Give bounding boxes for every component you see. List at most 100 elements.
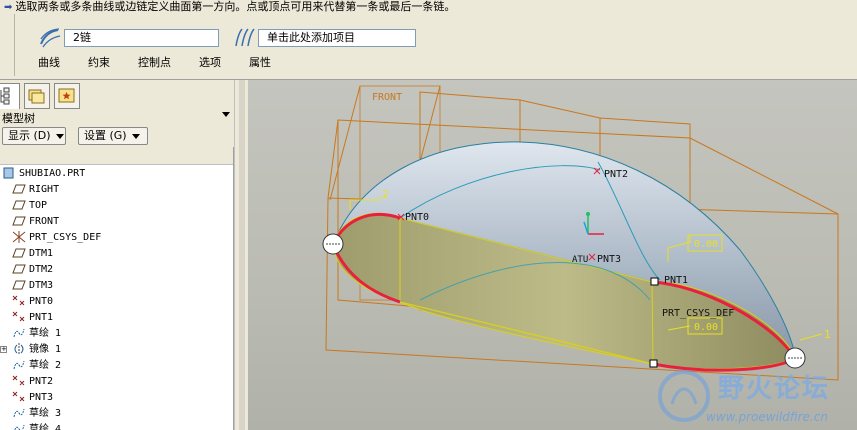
model-tree-item[interactable]: PNT0 <box>12 294 53 310</box>
message-text: 选取两条或多条曲线或边链定义曲面第一方向。点或顶点可用来代替第一条或最后一条链。 <box>15 0 456 13</box>
dimension-value[interactable]: 0.00 <box>694 322 718 333</box>
model-tree-item-label: PNT2 <box>29 376 54 387</box>
model-tree-item-label: DTM2 <box>29 264 54 275</box>
model-tree-item[interactable]: RIGHT <box>12 182 59 198</box>
model-tree-item[interactable]: 草绘 1 <box>12 326 61 342</box>
datum-point-label: PNT2 <box>604 169 628 180</box>
tab-curves[interactable]: 曲线 <box>38 54 60 72</box>
chevron-down-icon[interactable] <box>222 112 230 117</box>
mirror-icon <box>14 343 24 355</box>
boundary-first-direction-icon <box>40 28 61 48</box>
message-line: ➡ 选取两条或多条曲线或边链定义曲面第一方向。点或顶点可用来代替第一条或最后一条链… <box>4 0 455 16</box>
first-direction-collector[interactable]: 2链 <box>64 29 219 47</box>
model-tree-item[interactable]: DTM3 <box>12 278 53 294</box>
dimension-value[interactable]: 0.00 <box>694 239 718 250</box>
model-tree-item[interactable]: 草绘 3 <box>12 406 61 422</box>
model-tree-item-label: RIGHT <box>29 184 60 195</box>
model-tree-title: 模型树 <box>2 112 35 125</box>
model-tree-header: 模型树 显示 (D) 设置 (G) <box>0 109 236 147</box>
boundary-second-direction-icon <box>235 28 255 47</box>
settings-button-label: 设置 (G) <box>84 129 127 142</box>
sketch-icon <box>13 328 25 338</box>
tab-model-tree[interactable] <box>0 83 20 109</box>
model-tree-icon <box>0 87 10 105</box>
show-button-label: 显示 (D) <box>8 129 51 142</box>
model-tree-item-label: PNT3 <box>29 392 54 403</box>
datum-point-label: PNT0 <box>405 212 429 223</box>
datum-plane-icon <box>12 248 26 258</box>
model-tree-item-label: PNT1 <box>29 312 54 323</box>
chain-number-label: 1 <box>824 328 831 341</box>
settings-button[interactable]: 设置 (G) <box>78 127 148 145</box>
datum-point-label: PNT3 <box>597 254 621 265</box>
tab-properties[interactable]: 属性 <box>249 54 271 72</box>
expand-icon[interactable]: + <box>0 346 7 353</box>
datum-point-icon <box>12 375 25 386</box>
model-tree-item[interactable]: 草绘 2 <box>12 358 61 374</box>
model-tree-item[interactable]: 镜像 1 <box>12 342 61 358</box>
model-tree-item[interactable]: PNT1 <box>12 310 53 326</box>
model-tree-item-label: 草绘 2 <box>29 360 62 371</box>
scrollbar[interactable] <box>239 80 245 430</box>
datum-point-label: PNT1 <box>664 275 688 286</box>
arrow-right-icon: ➡ <box>4 2 13 13</box>
model-tree-item-label: 草绘 1 <box>29 328 62 339</box>
folder-icon <box>28 89 45 104</box>
sketch-icon <box>13 360 25 370</box>
model-tree-item-label: 镜像 1 <box>29 344 62 355</box>
show-button[interactable]: 显示 (D) <box>2 127 66 145</box>
model-tree-item[interactable]: SHUBIAO.PRT <box>2 166 85 182</box>
model-tree-item-label: TOP <box>29 200 48 211</box>
front-plane-label: FRONT <box>372 92 402 103</box>
model-tree-item-label: DTM1 <box>29 248 54 259</box>
tab-constraints[interactable]: 约束 <box>88 54 110 72</box>
datum-point-icon <box>12 391 25 402</box>
model-tree-item-label: DTM3 <box>29 280 54 291</box>
model-tree-item-label: SHUBIAO.PRT <box>19 168 86 179</box>
dashboard: ➡ 选取两条或多条曲线或边链定义曲面第一方向。点或顶点可用来代替第一条或最后一条链… <box>0 0 857 80</box>
model-tree-item[interactable]: 草绘 4 <box>12 422 61 430</box>
datum-plane-icon <box>12 280 26 290</box>
datum-plane-icon <box>12 216 26 226</box>
model-tree-item-label: PRT_CSYS_DEF <box>29 232 102 243</box>
navigator-tabs <box>0 80 236 110</box>
favorites-icon <box>58 88 75 103</box>
tree-column-header <box>0 147 233 165</box>
model-tree-item[interactable]: FRONT <box>12 214 59 230</box>
csys-icon <box>12 231 26 243</box>
tab-favorites[interactable] <box>54 83 80 109</box>
dashboard-tabs: 曲线 约束 控制点 选项 属性 <box>38 54 299 72</box>
csys-label: PRT_CSYS_DEF <box>662 308 734 319</box>
model-tree-item-label: 草绘 4 <box>29 424 62 430</box>
model-tree-item[interactable]: PNT2 <box>12 374 53 390</box>
navigator-sash[interactable] <box>234 80 248 430</box>
model-tree-item[interactable]: DTM2 <box>12 262 53 278</box>
datum-plane-icon <box>12 264 26 274</box>
sketch-icon <box>13 408 25 418</box>
tab-folder-browser[interactable] <box>24 83 50 109</box>
second-direction-collector[interactable]: 单击此处添加项目 <box>258 29 416 47</box>
model-tree-item[interactable]: TOP <box>12 198 47 214</box>
watermark-text: 野火论坛 <box>718 374 831 404</box>
model-tree-item[interactable]: PRT_CSYS_DEF <box>12 230 101 246</box>
watermark: 野火论坛 www.proewildfire.cn <box>648 364 853 428</box>
dropdown-arrow-icon <box>131 133 140 139</box>
chain-number-label: 2 <box>382 188 389 201</box>
datum-point-icon <box>12 311 25 322</box>
model-tree: SHUBIAO.PRT RIGHT TOP FRONT PRT_CSYS_DEF DTM1… <box>0 147 234 430</box>
part-icon <box>3 167 14 179</box>
tab-control-points[interactable]: 控制点 <box>138 54 171 72</box>
model-tree-item-label: FRONT <box>29 216 60 227</box>
datum-plane-icon <box>12 200 26 210</box>
dropdown-arrow-icon <box>55 133 64 139</box>
model-tree-item[interactable]: PNT3 <box>12 390 53 406</box>
tab-options[interactable]: 选项 <box>199 54 221 72</box>
watermark-url: www.proewildfire.cn <box>706 410 828 424</box>
datum-plane-icon <box>12 184 26 194</box>
model-tree-item[interactable]: DTM1 <box>12 246 53 262</box>
sketch-icon <box>14 424 25 430</box>
datum-point-icon <box>12 295 25 306</box>
axis-label: ATU <box>572 255 588 265</box>
divider <box>14 14 15 76</box>
model-tree-item-label: 草绘 3 <box>29 408 62 419</box>
